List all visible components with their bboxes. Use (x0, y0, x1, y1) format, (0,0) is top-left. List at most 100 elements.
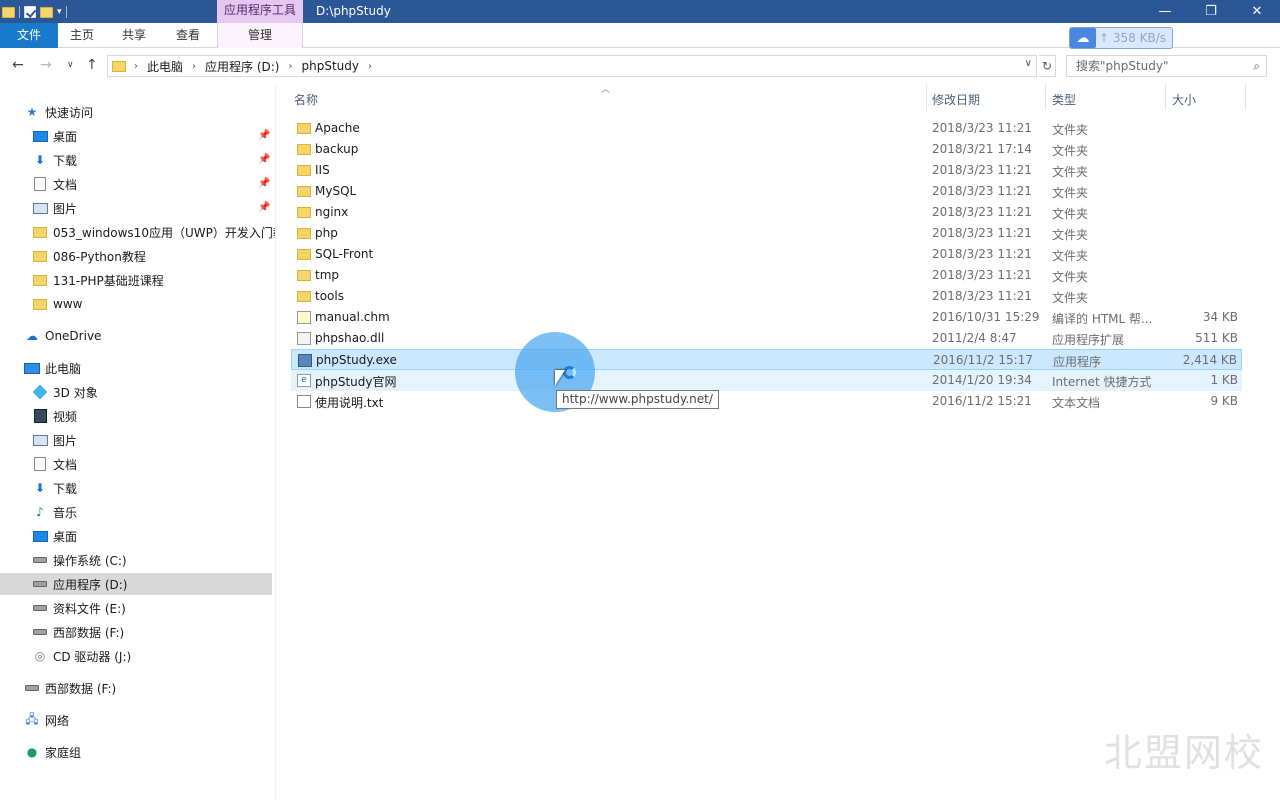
maximize-button[interactable]: ❐ (1188, 0, 1234, 23)
column-divider[interactable] (1045, 84, 1046, 110)
file-date: 2016/10/31 15:29 (932, 310, 1040, 324)
watermark: 北盟网校 (1104, 731, 1265, 775)
download-icon: ⬇ (34, 153, 46, 167)
column-header-type[interactable]: 类型 (1052, 91, 1076, 108)
folder-icon (33, 250, 47, 262)
chevron-right-icon[interactable]: › (368, 61, 372, 72)
column-header-name[interactable]: 名称 (294, 91, 318, 108)
search-icon[interactable]: ⌕ (1253, 56, 1260, 76)
nav-item-pc-pictures[interactable]: 图片 (32, 429, 77, 451)
nav-label: 086-Python教程 (53, 249, 146, 264)
column-divider[interactable] (1245, 84, 1246, 110)
customize-qat-dropdown-icon[interactable]: ▾ (57, 7, 62, 17)
nav-label: 3D 对象 (53, 385, 98, 400)
nav-item-cd-drive[interactable]: ◎ CD 驱动器 (J:) (32, 645, 131, 667)
new-folder-icon[interactable] (40, 6, 53, 18)
desktop-icon (32, 130, 48, 142)
file-date: 2018/3/23 11:21 (932, 226, 1032, 240)
computer-icon (24, 362, 40, 374)
file-row[interactable]: SQL-Front 2018/3/23 11:21 文件夹 (291, 244, 1242, 265)
chevron-right-icon[interactable]: › (192, 61, 196, 72)
minimize-button[interactable]: — (1142, 0, 1188, 23)
column-header-size[interactable]: 大小 (1172, 91, 1196, 108)
file-row[interactable]: nginx 2018/3/23 11:21 文件夹 (291, 202, 1242, 223)
close-button[interactable]: ✕ (1234, 0, 1280, 23)
forward-button[interactable]: → (40, 57, 52, 73)
file-row[interactable]: e phpStudy官网 2014/1/20 19:34 Internet 快捷方式 1… (291, 370, 1242, 391)
breadcrumb-drive-d[interactable]: 应用程序 (D:) (205, 58, 279, 75)
nav-item-videos[interactable]: 视频 (32, 405, 77, 427)
file-name: Apache (315, 121, 360, 135)
file-row[interactable]: backup 2018/3/21 17:14 文件夹 (291, 139, 1242, 160)
nav-onedrive[interactable]: ☁ OneDrive (24, 325, 101, 347)
file-row[interactable]: manual.chm 2016/10/31 15:29 编译的 HTML 帮... 3… (291, 307, 1242, 328)
address-bar[interactable]: › 此电脑 › 应用程序 (D:) › phpStudy › ∨ (107, 55, 1037, 77)
file-row[interactable]: MySQL 2018/3/23 11:21 文件夹 (291, 181, 1242, 202)
nav-item-documents[interactable]: 文档 (32, 173, 77, 195)
tab-file[interactable]: 文件 (0, 23, 58, 48)
column-divider[interactable] (1165, 84, 1166, 110)
file-row[interactable]: tmp 2018/3/23 11:21 文件夹 (291, 265, 1242, 286)
recent-locations-chevron-icon[interactable]: ∨ (67, 60, 74, 70)
txt-file-icon (297, 395, 311, 408)
file-date: 2016/11/2 15:21 (932, 394, 1032, 408)
pin-icon[interactable]: 📌 (258, 202, 270, 213)
refresh-button[interactable]: ↻ (1039, 55, 1056, 77)
tab-share[interactable]: 共享 (110, 23, 158, 48)
nav-item-drive-c[interactable]: 操作系统 (C:) (32, 549, 127, 571)
nav-quick-access[interactable]: ★ 快速访问 (24, 101, 93, 123)
column-divider[interactable] (926, 84, 927, 110)
folder-file-icon (297, 165, 311, 176)
folder-icon[interactable] (2, 6, 15, 18)
tab-home[interactable]: 主页 (58, 23, 106, 48)
back-button[interactable]: ← (12, 57, 24, 73)
nav-item-3d-objects[interactable]: 3D 对象 (32, 381, 98, 403)
nav-item-desktop[interactable]: 桌面 (32, 125, 77, 147)
nav-item-drive-d[interactable]: 应用程序 (D:) (0, 573, 272, 595)
nav-item-pc-downloads[interactable]: ⬇ 下载 (32, 477, 77, 499)
file-row[interactable]: Apache 2018/3/23 11:21 文件夹 (291, 118, 1242, 139)
search-input[interactable]: 搜索"phpStudy" ⌕ (1066, 55, 1267, 77)
chevron-right-icon[interactable]: › (288, 61, 292, 72)
pin-icon[interactable]: 📌 (258, 130, 270, 141)
upload-speed-badge[interactable]: ☁ ↑ 358 KB/s (1069, 27, 1173, 49)
chevron-right-icon[interactable]: › (134, 61, 138, 72)
file-row[interactable]: phpshao.dll 2011/2/4 8:47 应用程序扩展 511 KB (291, 328, 1242, 349)
nav-item-uwp-folder[interactable]: 053_windows10应用（UWP）开发入门教程 (32, 221, 275, 243)
file-row[interactable]: phpStudy.exe 2016/11/2 15:17 应用程序 2,414 KB (291, 349, 1242, 370)
file-type: 文件夹 (1052, 207, 1089, 221)
picture-icon (32, 434, 48, 446)
file-row[interactable]: tools 2018/3/23 11:21 文件夹 (291, 286, 1242, 307)
nav-item-pc-documents[interactable]: 文档 (32, 453, 77, 475)
nav-label: 此电脑 (45, 361, 82, 376)
nav-label: 桌面 (53, 129, 78, 144)
nav-label: www (53, 297, 83, 311)
nav-homegroup[interactable]: ● 家庭组 (24, 741, 81, 763)
nav-item-music[interactable]: ♪ 音乐 (32, 501, 77, 523)
cube-icon (32, 384, 48, 400)
file-row[interactable]: IIS 2018/3/23 11:21 文件夹 (291, 160, 1242, 181)
nav-network[interactable]: 🖧 网络 (24, 709, 69, 731)
pin-icon[interactable]: 📌 (258, 154, 270, 165)
nav-item-drive-f[interactable]: 西部数据 (F:) (32, 621, 124, 643)
address-dropdown-icon[interactable]: ∨ (1025, 58, 1032, 69)
nav-item-pc-desktop[interactable]: 桌面 (32, 525, 77, 547)
breadcrumb-this-pc[interactable]: 此电脑 (147, 58, 183, 75)
column-header-date[interactable]: 修改日期 (932, 91, 980, 108)
nav-external-drive[interactable]: 西部数据 (F:) (24, 677, 116, 699)
nav-item-drive-e[interactable]: 资料文件 (E:) (32, 597, 126, 619)
breadcrumb-phpstudy[interactable]: phpStudy (301, 59, 359, 73)
nav-this-pc[interactable]: 此电脑 (24, 357, 81, 379)
up-button[interactable]: ↑ (86, 57, 98, 73)
nav-item-www[interactable]: www (32, 293, 82, 315)
nav-item-python-folder[interactable]: 086-Python教程 (32, 245, 146, 267)
file-row[interactable]: 使用说明.txt 2016/11/2 15:21 文本文档 9 KB (291, 391, 1242, 412)
nav-item-pictures[interactable]: 图片 (32, 197, 77, 219)
properties-icon[interactable] (24, 6, 36, 18)
nav-item-downloads[interactable]: ⬇ 下载 (32, 149, 77, 171)
tab-view[interactable]: 查看 (164, 23, 212, 48)
file-row[interactable]: php 2018/3/23 11:21 文件夹 (291, 223, 1242, 244)
pin-icon[interactable]: 📌 (258, 178, 270, 189)
nav-item-php-folder[interactable]: 131-PHP基础班课程 (32, 269, 164, 291)
tab-manage[interactable]: 管理 (217, 23, 303, 48)
